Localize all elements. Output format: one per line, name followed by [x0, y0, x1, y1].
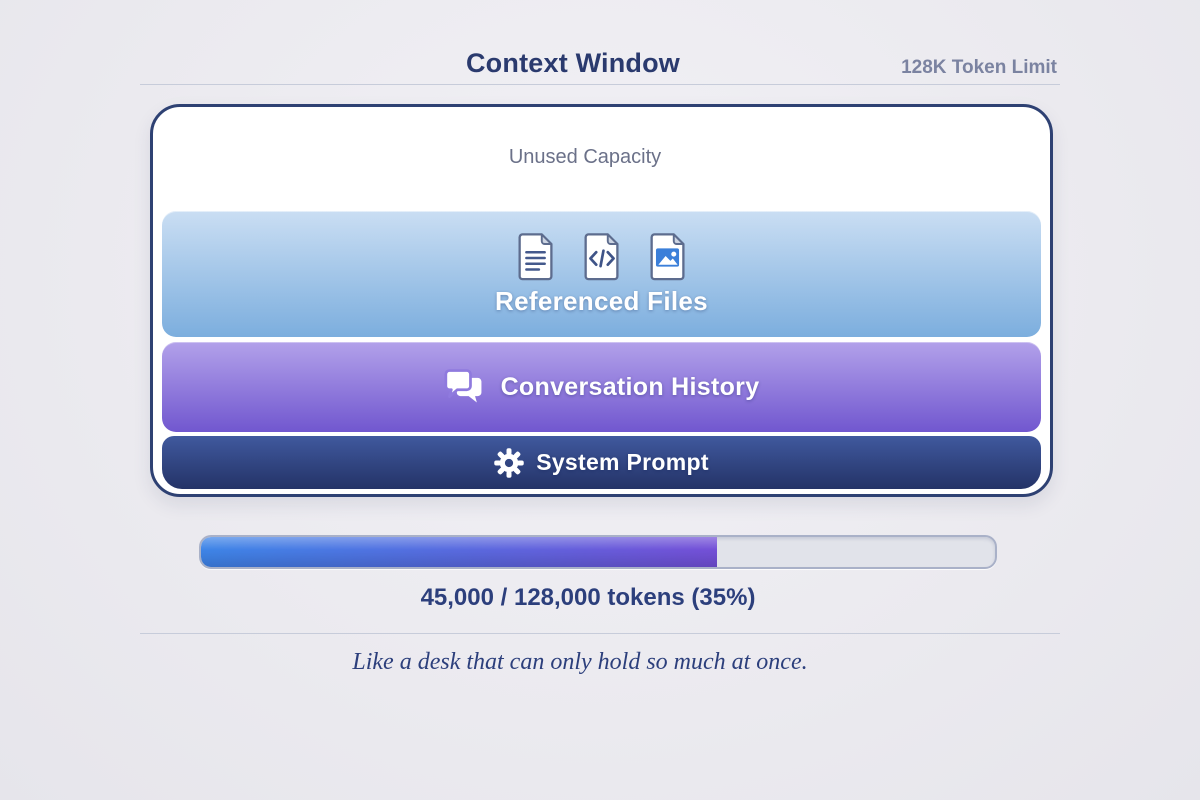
analogy-caption: Like a desk that can only hold so much a… [0, 649, 1160, 676]
token-usage-text: 45,000 / 128,000 tokens (35%) [0, 584, 1176, 612]
context-window-diagram: Context Window 128K Token Limit Unused C… [0, 0, 1200, 800]
token-usage-progress-bar [199, 535, 997, 569]
file-icons-row [515, 232, 689, 282]
layer-referenced-files: Referenced Files [162, 211, 1041, 337]
gear-icon [494, 448, 524, 478]
unused-capacity-label: Unused Capacity [150, 146, 1020, 169]
code-file-icon [581, 232, 623, 282]
chat-bubbles-icon [444, 368, 486, 406]
layer-system-prompt: System Prompt [162, 436, 1041, 489]
progress-fill [201, 537, 717, 567]
layer-conversation-history: Conversation History [162, 342, 1041, 432]
system-prompt-label: System Prompt [536, 449, 709, 476]
conversation-history-label: Conversation History [501, 373, 760, 402]
token-limit-label: 128K Token Limit [901, 57, 1057, 79]
referenced-files-label: Referenced Files [495, 286, 708, 317]
footer-divider [140, 633, 1060, 634]
image-file-icon [647, 232, 689, 282]
header-divider [140, 84, 1060, 85]
text-file-icon [515, 232, 557, 282]
